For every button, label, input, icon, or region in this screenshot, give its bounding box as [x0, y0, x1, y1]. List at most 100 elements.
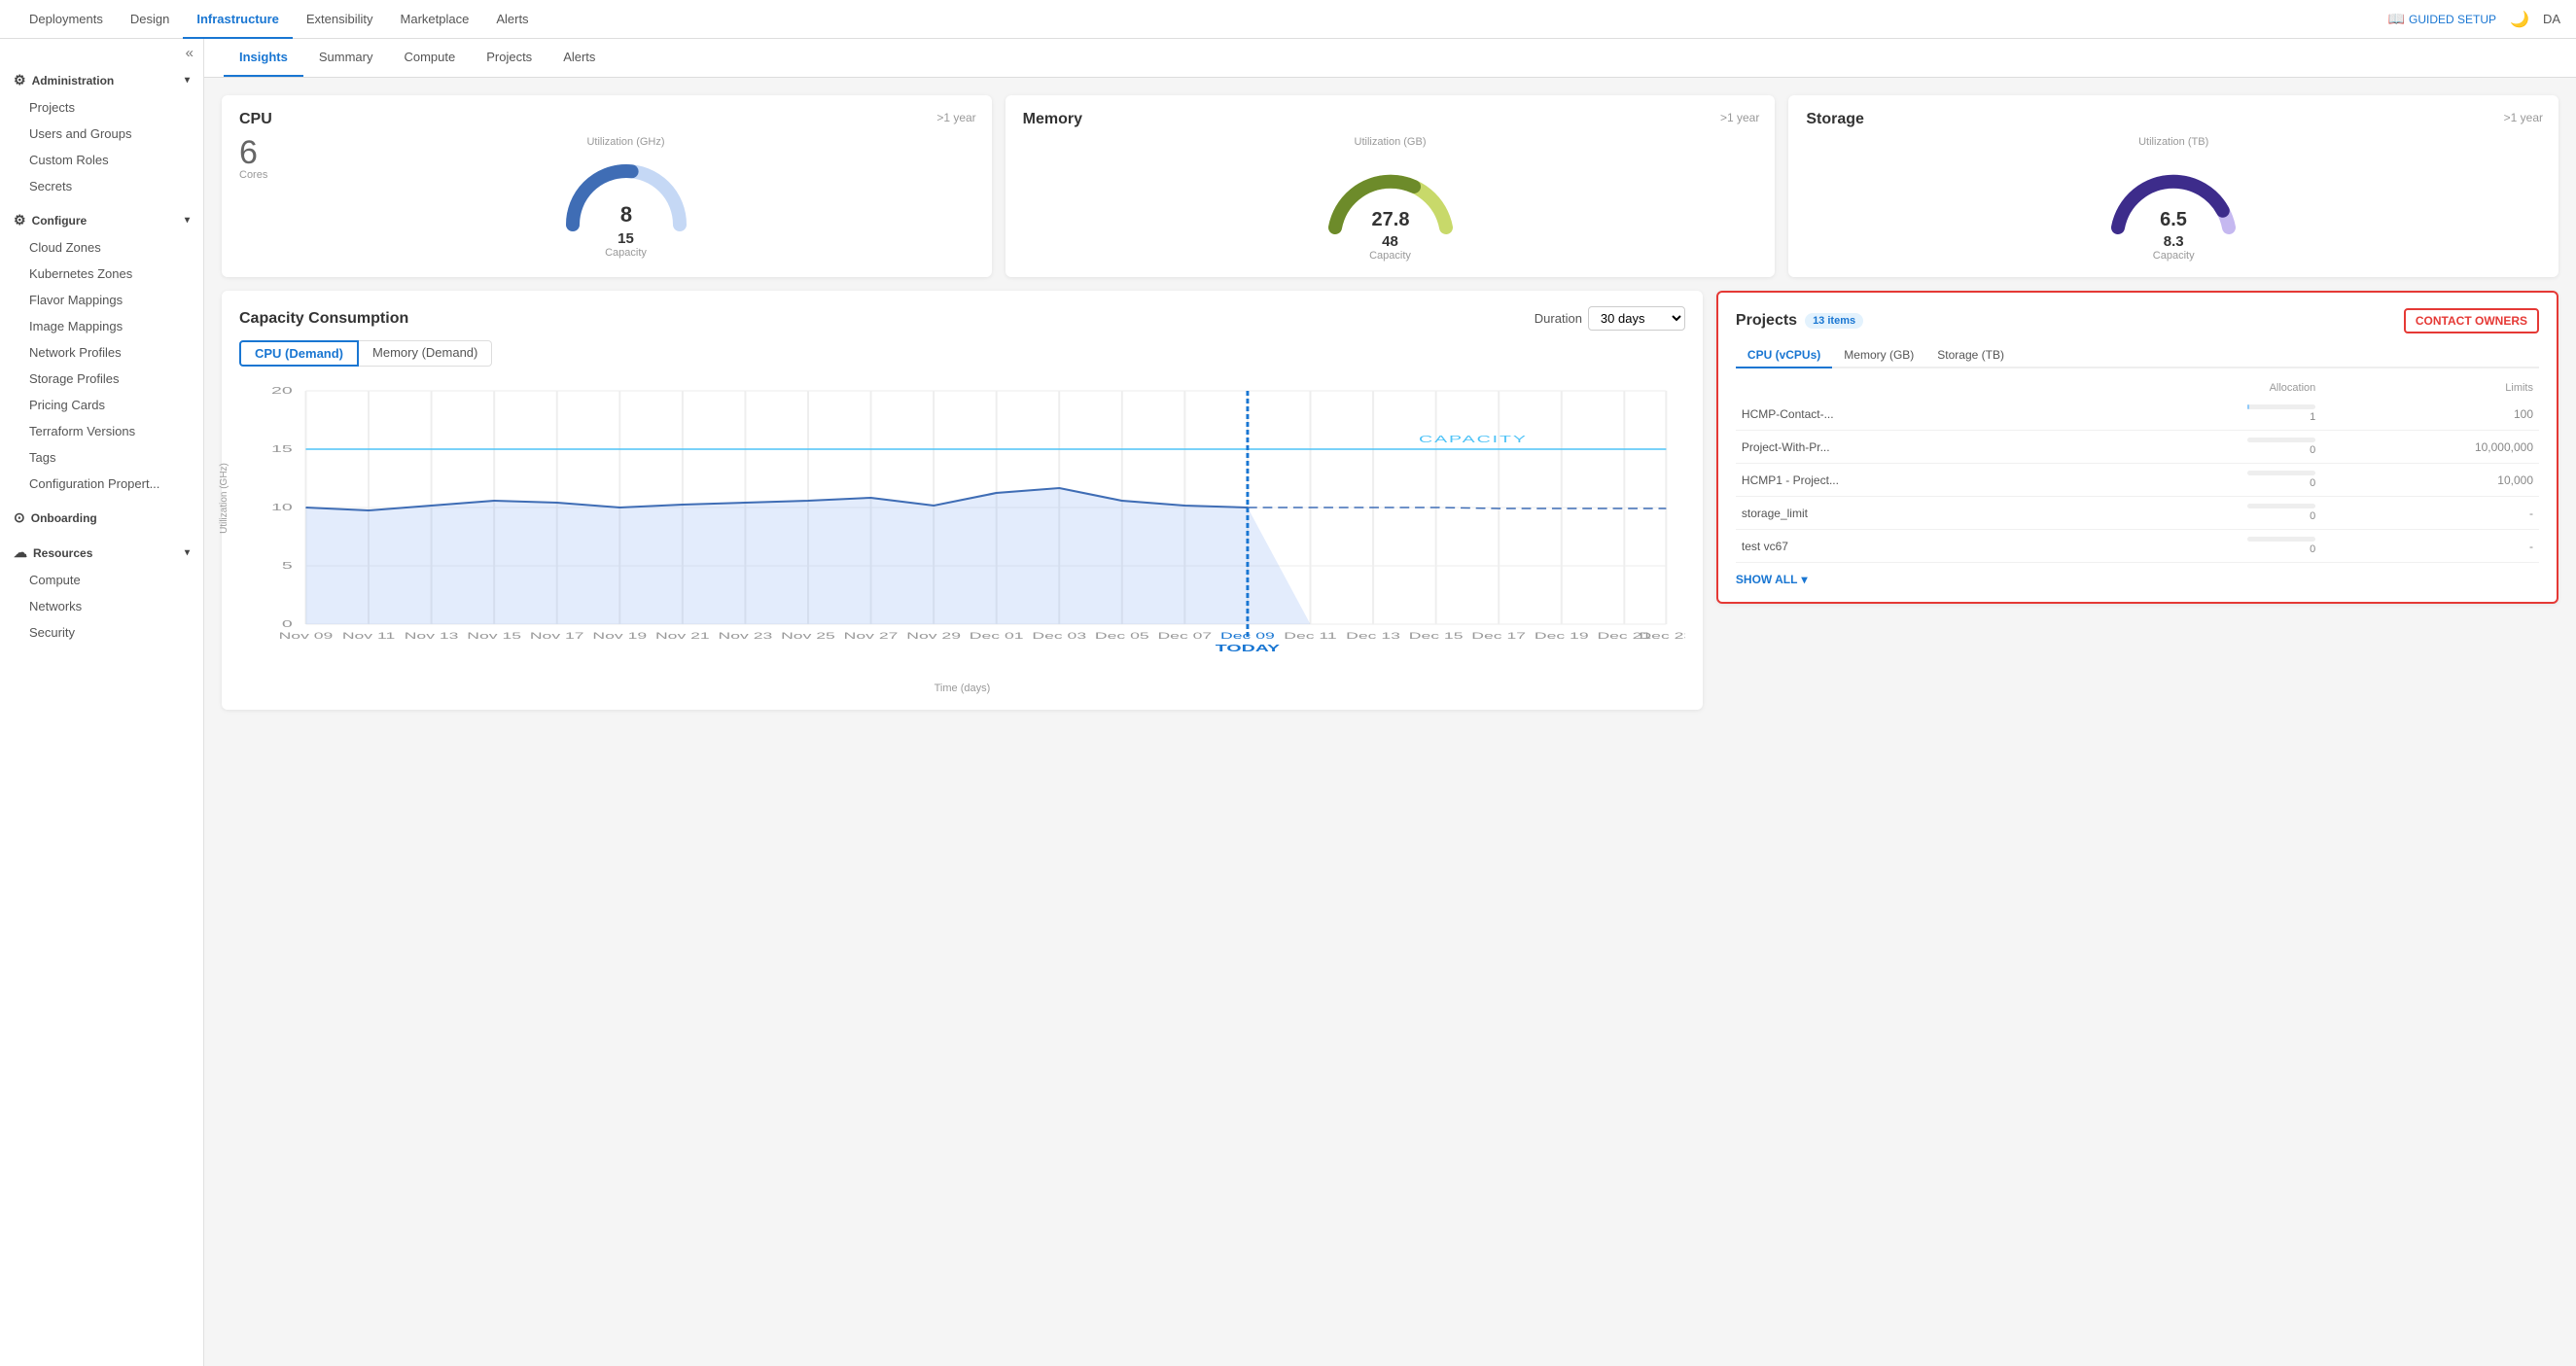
cpu-cores-value: 6: [239, 136, 267, 169]
guided-setup-link[interactable]: 📖 GUIDED SETUP: [2388, 11, 2496, 27]
storage-gauge-svg: 6.5: [2100, 152, 2246, 237]
y-axis-title: Utilization (GHz): [219, 463, 229, 534]
sidebar-group-configure[interactable]: ⚙ Configure ▾: [0, 203, 203, 234]
nav-item-deployments[interactable]: Deployments: [16, 0, 117, 39]
cpu-capacity-label: Capacity: [605, 247, 647, 259]
sidebar-item-users-groups[interactable]: Users and Groups: [0, 121, 203, 147]
projects-header: Projects 13 items CONTACT OWNERS: [1736, 308, 2539, 333]
sidebar-item-storage-profiles[interactable]: Storage Profiles: [0, 366, 203, 392]
svg-text:15: 15: [271, 444, 293, 455]
svg-text:Nov 27: Nov 27: [844, 631, 899, 641]
table-row: storage_limit 0 -: [1736, 497, 2539, 530]
tab-summary[interactable]: Summary: [303, 39, 389, 77]
nav-item-infrastructure[interactable]: Infrastructure: [183, 0, 293, 39]
tab-alerts[interactable]: Alerts: [547, 39, 611, 77]
sidebar-item-image-mappings[interactable]: Image Mappings: [0, 313, 203, 339]
table-row: HCMP1 - Project... 0 10,000: [1736, 464, 2539, 497]
sidebar-group-resources[interactable]: ☁ Resources ▾: [0, 536, 203, 567]
svg-text:Dec 01: Dec 01: [970, 631, 1024, 641]
capacity-tab-cpu[interactable]: CPU (Demand): [239, 340, 359, 367]
collapse-button[interactable]: «: [186, 45, 194, 61]
svg-text:Nov 09: Nov 09: [279, 631, 334, 641]
svg-text:Dec 13: Dec 13: [1346, 631, 1400, 641]
cpu-cores-label: Cores: [239, 169, 267, 181]
projects-tab-storage[interactable]: Storage (TB): [1925, 343, 2016, 368]
sidebar-item-cloud-zones[interactable]: Cloud Zones: [0, 234, 203, 261]
user-avatar[interactable]: DA: [2543, 12, 2560, 26]
cpu-gauge-content: 6 Cores Utilization (GHz) 8: [239, 136, 974, 259]
sidebar-group-onboarding[interactable]: ⊙ Onboarding: [0, 501, 203, 532]
svg-text:10: 10: [271, 503, 293, 513]
projects-tab-memory[interactable]: Memory (GB): [1832, 343, 1925, 368]
sidebar-item-projects[interactable]: Projects: [0, 94, 203, 121]
projects-title: Projects: [1736, 312, 1797, 330]
capacity-card: Capacity Consumption Duration 30 days 7 …: [222, 291, 1703, 710]
svg-text:Nov 21: Nov 21: [655, 631, 710, 641]
sidebar-item-security[interactable]: Security: [0, 619, 203, 646]
memory-gauge-svg: 27.8: [1318, 152, 1464, 237]
sidebar-group-administration[interactable]: ⚙ Administration ▾: [0, 63, 203, 94]
chevron-down-icon-resources: ▾: [185, 547, 190, 558]
capacity-chart-svg: 20 15 10 5 0: [239, 376, 1685, 678]
allocation-cell: 0: [2074, 464, 2322, 497]
configure-icon: ⚙: [14, 212, 26, 228]
storage-gauge-card: Storage >1 year Utilization (TB) 6.5 8.3: [1788, 95, 2558, 277]
allocation-cell: 1: [2074, 398, 2322, 431]
sidebar-item-custom-roles[interactable]: Custom Roles: [0, 147, 203, 173]
sidebar-item-terraform-versions[interactable]: Terraform Versions: [0, 418, 203, 444]
sidebar-group-label-admin: Administration: [32, 74, 115, 88]
nav-item-alerts[interactable]: Alerts: [482, 0, 542, 39]
svg-text:Nov 19: Nov 19: [592, 631, 647, 641]
memory-gauge-content: Utilization (GB) 27.8 48 Capacity: [1023, 136, 1758, 262]
duration-select[interactable]: 30 days 7 days 90 days: [1588, 306, 1685, 331]
sidebar-item-pricing-cards[interactable]: Pricing Cards: [0, 392, 203, 418]
sidebar-group-label-onboarding: Onboarding: [31, 511, 97, 525]
projects-table: Allocation Limits HCMP-Contact-... 1 100…: [1736, 378, 2539, 563]
sidebar-item-compute[interactable]: Compute: [0, 567, 203, 593]
cpu-gauge-svg: 8: [558, 152, 694, 234]
cpu-capacity-row: 15 Capacity: [605, 230, 647, 259]
sidebar-item-network-profiles[interactable]: Network Profiles: [0, 339, 203, 366]
svg-text:CAPACITY: CAPACITY: [1419, 435, 1528, 445]
show-all-link[interactable]: SHOW ALL ▾: [1736, 563, 2539, 586]
cpu-cores-area: 6 Cores: [239, 136, 267, 181]
col-name: [1736, 378, 2074, 398]
projects-tab-cpu[interactable]: CPU (vCPUs): [1736, 343, 1832, 368]
chevron-down-icon-admin: ▾: [185, 75, 190, 86]
tab-insights[interactable]: Insights: [224, 39, 303, 77]
dashboard: CPU >1 year 6 Cores Utilization (GHz): [204, 78, 2576, 727]
memory-capacity-value: 48: [1382, 233, 1398, 250]
nav-item-marketplace[interactable]: Marketplace: [387, 0, 483, 39]
capacity-card-title: Capacity Consumption: [239, 310, 408, 328]
tab-projects[interactable]: Projects: [471, 39, 547, 77]
nav-item-extensibility[interactable]: Extensibility: [293, 0, 387, 39]
svg-text:5: 5: [282, 561, 293, 572]
capacity-header: Capacity Consumption Duration 30 days 7 …: [239, 306, 1685, 331]
sidebar-item-config-properties[interactable]: Configuration Propert...: [0, 471, 203, 497]
svg-text:Dec 15: Dec 15: [1409, 631, 1464, 641]
svg-text:20: 20: [271, 386, 293, 397]
dark-mode-icon[interactable]: 🌙: [2510, 10, 2529, 29]
storage-capacity-value: 8.3: [2164, 233, 2184, 250]
sidebar-item-networks[interactable]: Networks: [0, 593, 203, 619]
duration-label: Duration: [1535, 311, 1582, 326]
tab-compute[interactable]: Compute: [388, 39, 471, 77]
nav-item-design[interactable]: Design: [117, 0, 183, 39]
svg-text:0: 0: [282, 619, 293, 630]
top-nav-right: 📖 GUIDED SETUP 🌙 DA: [2388, 10, 2560, 29]
contact-owners-button[interactable]: CONTACT OWNERS: [2404, 308, 2539, 333]
table-row: test vc67 0 -: [1736, 530, 2539, 563]
sub-tabs-bar: Insights Summary Compute Projects Alerts: [204, 39, 2576, 78]
projects-sub-tabs: CPU (vCPUs) Memory (GB) Storage (TB): [1736, 343, 2539, 368]
sidebar-item-kubernetes-zones[interactable]: Kubernetes Zones: [0, 261, 203, 287]
table-row: HCMP-Contact-... 1 100: [1736, 398, 2539, 431]
capacity-tab-memory[interactable]: Memory (Demand): [359, 340, 492, 367]
sidebar-item-flavor-mappings[interactable]: Flavor Mappings: [0, 287, 203, 313]
sidebar-item-tags[interactable]: Tags: [0, 444, 203, 471]
svg-text:Nov 29: Nov 29: [906, 631, 961, 641]
svg-text:Nov 25: Nov 25: [781, 631, 835, 641]
storage-card-period: >1 year: [2504, 111, 2543, 124]
chevron-down-icon-configure: ▾: [185, 215, 190, 226]
allocation-cell: 0: [2074, 431, 2322, 464]
sidebar-item-secrets[interactable]: Secrets: [0, 173, 203, 199]
